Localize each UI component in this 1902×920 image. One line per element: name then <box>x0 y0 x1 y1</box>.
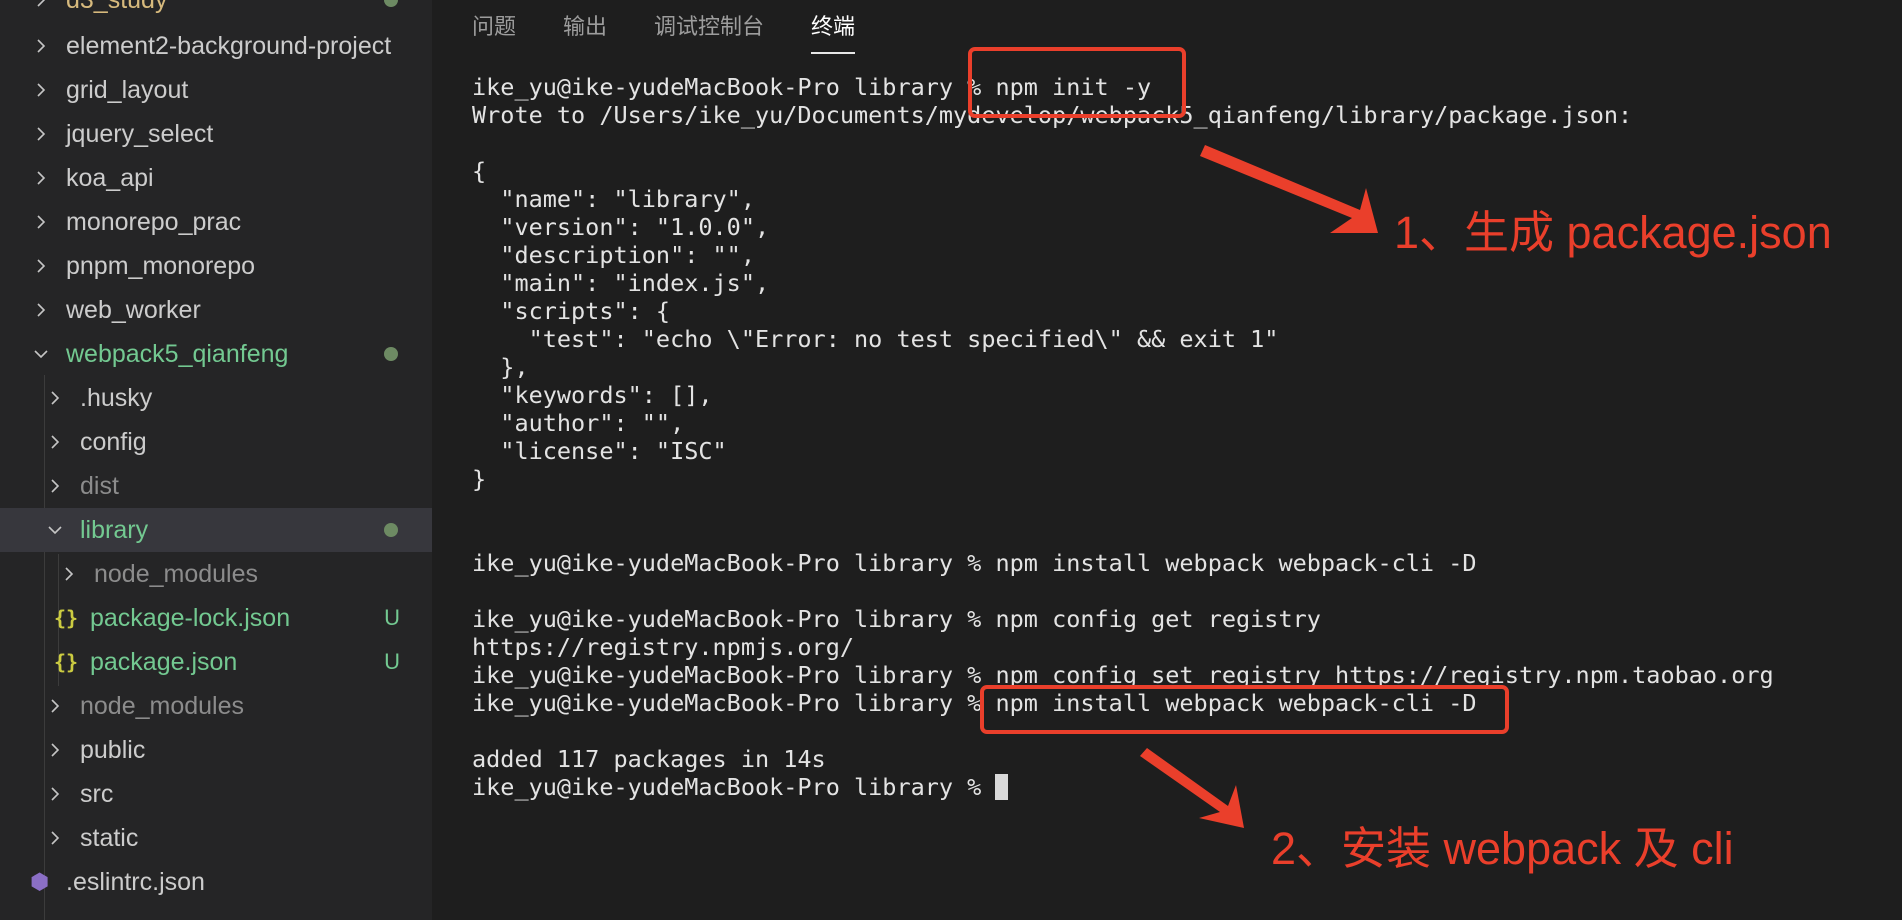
tree-item-label: package-lock.json <box>90 603 291 632</box>
folder-item[interactable]: config <box>0 420 432 464</box>
folder-item[interactable]: library <box>0 508 432 552</box>
folder-item[interactable]: src <box>0 772 432 816</box>
terminal-cursor <box>995 774 1009 800</box>
tree-item-label: jquery_select <box>66 119 214 148</box>
file-item[interactable]: ⬢ .eslintrc.json <box>0 860 432 904</box>
panel-tabs: 问题 输出 调试控制台 终端 <box>472 12 902 54</box>
folder-item[interactable]: dist <box>0 464 432 508</box>
folder-item[interactable]: jquery_select <box>0 112 432 156</box>
terminal-line: https://registry.npmjs.org/ <box>472 633 855 661</box>
terminal-line: "main": "index.js", <box>472 269 770 297</box>
tree-item-label: web_worker <box>66 295 201 324</box>
folder-item[interactable]: public <box>0 728 432 772</box>
tree-item-label: grid_layout <box>66 75 189 104</box>
chevron-right-icon <box>58 563 80 585</box>
tree-item-label: pnpm_monorepo <box>66 251 256 280</box>
folder-item[interactable]: node_modules <box>0 552 432 596</box>
chevron-down-icon <box>30 343 52 365</box>
modified-dot-icon <box>384 523 398 537</box>
chevron-right-icon <box>44 739 66 761</box>
explorer-sidebar: d3_study element2-background-project grid_… <box>0 0 432 920</box>
chevron-right-icon <box>30 299 52 321</box>
chevron-right-icon <box>30 79 52 101</box>
modified-dot-icon <box>384 0 398 7</box>
chevron-right-icon <box>30 211 52 233</box>
tree-item-label: koa_api <box>66 163 154 192</box>
panel-tab[interactable]: 问题 <box>472 12 516 54</box>
chevron-right-icon <box>44 695 66 717</box>
terminal-line: ike_yu@ike-yudeMacBook-Pro library % npm… <box>472 549 1477 577</box>
tree-item-label: public <box>80 735 146 764</box>
terminal-line: "scripts": { <box>472 297 671 325</box>
folder-item[interactable]: .husky <box>0 376 432 420</box>
tree-item-label: node_modules <box>80 691 245 720</box>
tree-item-label: static <box>80 823 139 852</box>
folder-item[interactable]: static <box>0 816 432 860</box>
terminal-prompt: ike_yu@ike-yudeMacBook-Pro library % <box>472 773 996 801</box>
tree-item-label: .husky <box>80 383 153 412</box>
tree-item-label: dist <box>80 471 119 500</box>
untracked-badge: U <box>384 649 400 674</box>
tree-item-label: node_modules <box>94 559 259 588</box>
panel-tab[interactable]: 输出 <box>563 12 607 54</box>
terminal-line: added 117 packages in 14s <box>472 745 826 773</box>
chevron-right-icon <box>44 827 66 849</box>
chevron-right-icon <box>44 431 66 453</box>
file-item[interactable]: {} package-lock.json U <box>0 596 432 640</box>
folder-item[interactable]: node_modules <box>0 684 432 728</box>
terminal-line: { <box>472 157 487 185</box>
terminal-line: }, <box>472 353 529 381</box>
panel-tab[interactable]: 终端 <box>811 12 856 54</box>
terminal-line: "author": "", <box>472 409 685 437</box>
terminal-prompt-line: ike_yu@ike-yudeMacBook-Pro library % <box>472 773 1892 801</box>
annotation-step-2: 2、安装 webpack 及 cli <box>1271 823 1734 874</box>
tree-item-label: .eslintrc.json <box>66 867 205 896</box>
folder-item[interactable]: monorepo_prac <box>0 200 432 244</box>
bottom-panel: 问题 输出 调试控制台 终端 ike_yu@ike-yudeMacBook-Pro l… <box>432 0 1902 920</box>
folder-item[interactable]: element2-background-project <box>0 24 432 68</box>
eslint-file-icon: ⬢ <box>30 869 50 895</box>
chevron-right-icon <box>44 475 66 497</box>
chevron-right-icon <box>30 0 52 11</box>
json-file-icon: {} <box>54 650 79 674</box>
panel-tab[interactable]: 调试控制台 <box>654 12 764 54</box>
folder-item[interactable]: pnpm_monorepo <box>0 244 432 288</box>
modified-dot-icon <box>384 347 398 361</box>
folder-item[interactable]: grid_layout <box>0 68 432 112</box>
annotation-step-1: 1、生成 package.json <box>1394 207 1832 258</box>
chevron-right-icon <box>30 167 52 189</box>
tree-item-label: src <box>80 779 114 808</box>
untracked-badge: U <box>384 605 400 630</box>
file-item[interactable]: {} package.json U <box>0 640 432 684</box>
chevron-right-icon <box>44 387 66 409</box>
terminal-line: "test": "echo \"Error: no test specified… <box>472 325 1279 353</box>
tree-item-label: element2-background-project <box>66 31 392 60</box>
tree-item-label: d3_study <box>66 0 167 15</box>
terminal-line: "keywords": [], <box>472 381 713 409</box>
chevron-down-icon <box>44 519 66 541</box>
chevron-right-icon <box>44 783 66 805</box>
tree-item-label: config <box>80 427 147 456</box>
folder-item[interactable]: koa_api <box>0 156 432 200</box>
chevron-right-icon <box>30 123 52 145</box>
tree-item-label: monorepo_prac <box>66 207 242 236</box>
tree-item-label: library <box>80 515 149 544</box>
highlight-box-npm-init <box>968 47 1186 118</box>
chevron-right-icon <box>30 35 52 57</box>
terminal-line: "license": "ISC" <box>472 437 727 465</box>
tree-item-label: webpack5_qianfeng <box>66 339 289 368</box>
folder-item[interactable]: webpack5_qianfeng <box>0 332 432 376</box>
tree-item-label: package.json <box>90 647 238 676</box>
chevron-right-icon <box>30 255 52 277</box>
terminal-line: ike_yu@ike-yudeMacBook-Pro library % npm… <box>472 605 1321 633</box>
terminal-line: } <box>472 465 487 493</box>
folder-item[interactable]: web_worker <box>0 288 432 332</box>
json-file-icon: {} <box>54 606 79 630</box>
folder-item[interactable]: d3_study <box>0 0 432 22</box>
highlight-box-npm-install <box>980 685 1509 734</box>
